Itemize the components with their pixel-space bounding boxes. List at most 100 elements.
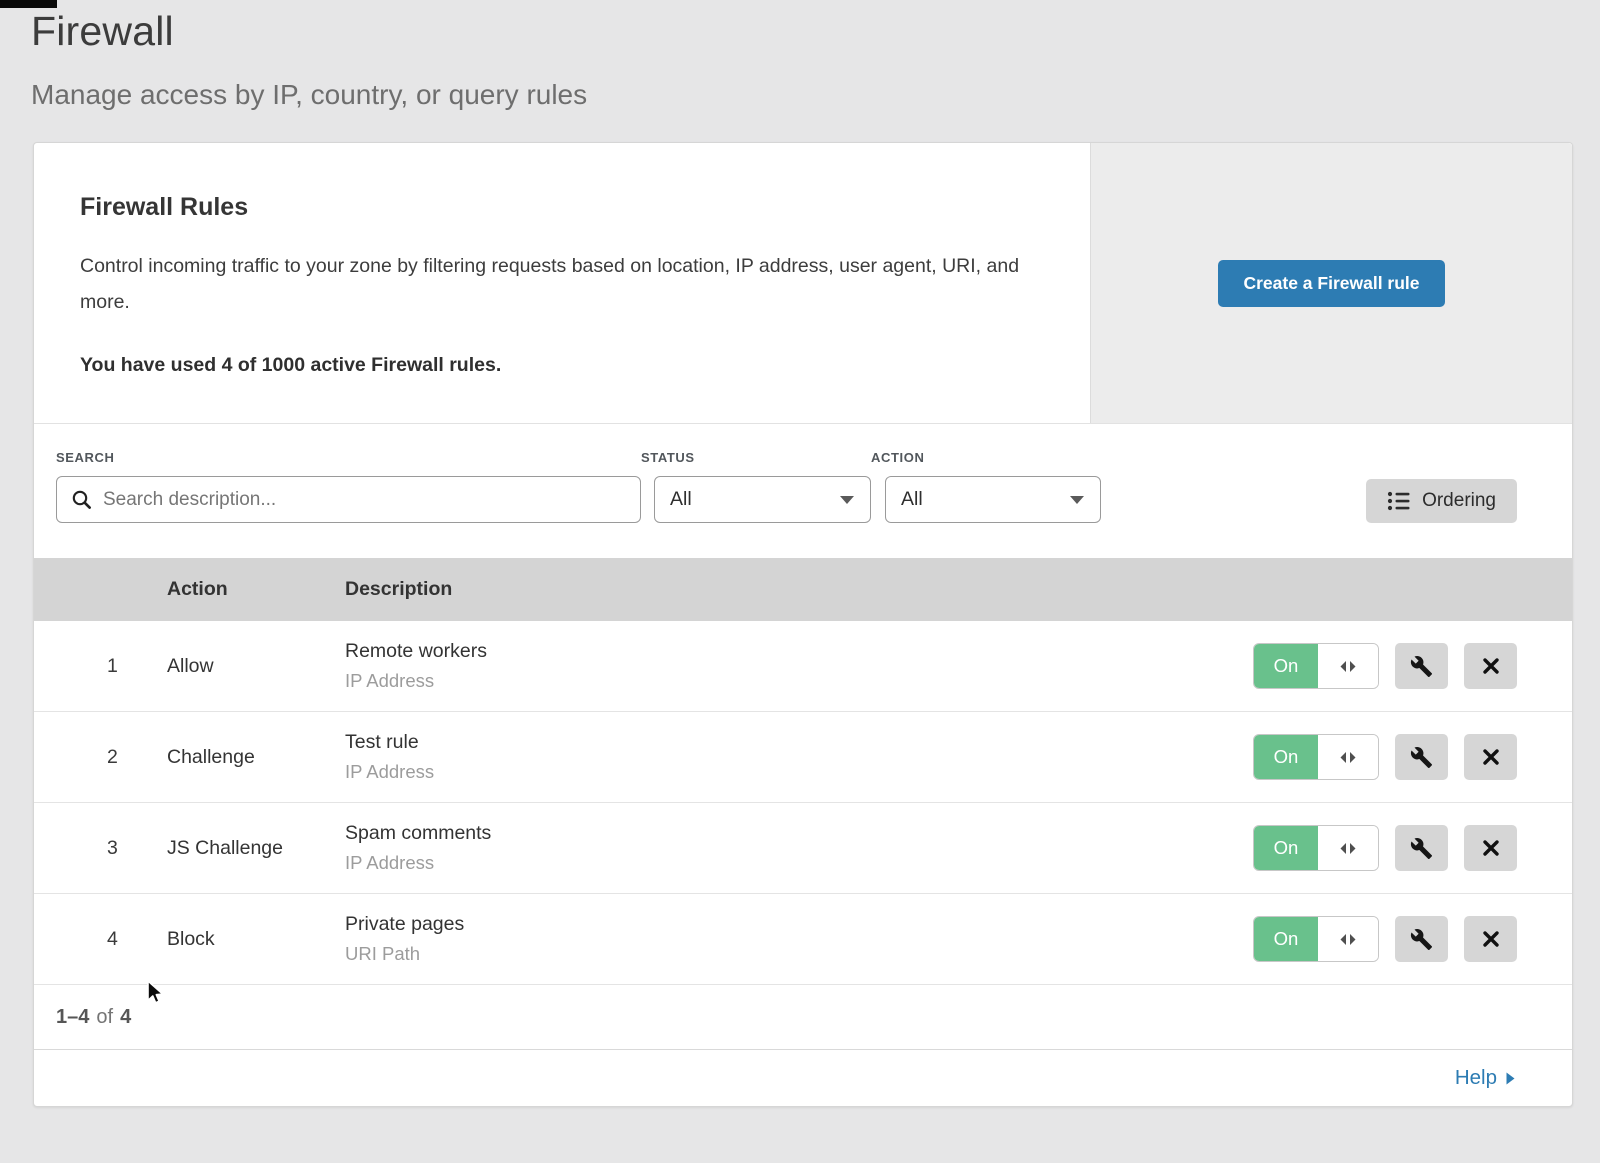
- card-footer: Help: [34, 1050, 1572, 1106]
- page-subtitle: Manage access by IP, country, or query r…: [31, 79, 1600, 111]
- rule-action: Allow: [167, 655, 345, 678]
- ordering-button-label: Ordering: [1422, 490, 1496, 512]
- rule-description: Private pages URI Path: [345, 913, 1253, 965]
- close-icon: [1481, 747, 1501, 767]
- rule-field-type: IP Address: [345, 761, 1253, 783]
- close-icon: [1481, 656, 1501, 676]
- screen-edge-artifact: [0, 0, 57, 8]
- wrench-icon: [1410, 928, 1433, 951]
- rules-heading: Firewall Rules: [80, 193, 1030, 222]
- left-right-arrows-icon: [1338, 933, 1358, 946]
- rule-action: Block: [167, 928, 345, 951]
- toggle-on-label: On: [1254, 644, 1318, 688]
- rule-description-title: Remote workers: [345, 640, 1253, 663]
- rule-controls: On: [1253, 916, 1517, 962]
- rule-priority: 2: [34, 746, 167, 769]
- rule-enabled-toggle[interactable]: On: [1253, 643, 1379, 689]
- create-rule-panel: Create a Firewall rule: [1090, 143, 1572, 423]
- delete-rule-button[interactable]: [1464, 734, 1517, 780]
- left-right-arrows-icon: [1338, 751, 1358, 764]
- close-icon: [1481, 838, 1501, 858]
- rule-controls: On: [1253, 734, 1517, 780]
- help-link-label: Help: [1455, 1066, 1497, 1090]
- toggle-knob: [1318, 735, 1378, 779]
- create-firewall-rule-button[interactable]: Create a Firewall rule: [1218, 260, 1444, 307]
- delete-rule-button[interactable]: [1464, 643, 1517, 689]
- rule-action: JS Challenge: [167, 837, 345, 860]
- left-right-arrows-icon: [1338, 660, 1358, 673]
- column-header-description: Description: [345, 578, 1253, 601]
- rule-description-title: Test rule: [345, 731, 1253, 754]
- table-row: 1 Allow Remote workers IP Address On: [34, 621, 1572, 712]
- search-label: SEARCH: [56, 450, 641, 465]
- search-box[interactable]: [56, 476, 641, 523]
- table-row: 3 JS Challenge Spam comments IP Address …: [34, 803, 1572, 894]
- table-header: Action Description: [34, 558, 1572, 621]
- rule-description-title: Spam comments: [345, 822, 1253, 845]
- table-row: 4 Block Private pages URI Path On: [34, 894, 1572, 985]
- edit-rule-button[interactable]: [1395, 916, 1448, 962]
- rule-priority: 4: [34, 928, 167, 951]
- pagination-of: of: [96, 1006, 113, 1029]
- action-filter: ACTION All: [871, 450, 1101, 523]
- search-input[interactable]: [103, 489, 626, 511]
- rule-priority: 3: [34, 837, 167, 860]
- status-selected-value: All: [670, 488, 692, 511]
- rule-description: Remote workers IP Address: [345, 640, 1253, 692]
- toggle-on-label: On: [1254, 735, 1318, 779]
- rule-enabled-toggle[interactable]: On: [1253, 825, 1379, 871]
- column-header-action: Action: [167, 578, 345, 601]
- action-selected-value: All: [901, 488, 923, 511]
- rules-overview-section: Firewall Rules Control incoming traffic …: [34, 143, 1572, 424]
- rule-controls: On: [1253, 825, 1517, 871]
- toggle-knob: [1318, 917, 1378, 961]
- edit-rule-button[interactable]: [1395, 643, 1448, 689]
- table-row: 2 Challenge Test rule IP Address On: [34, 712, 1572, 803]
- pagination-range: 1–4: [56, 1006, 89, 1029]
- toggle-knob: [1318, 644, 1378, 688]
- chevron-down-icon: [840, 496, 854, 504]
- rule-field-type: IP Address: [345, 670, 1253, 692]
- rules-description: Control incoming traffic to your zone by…: [80, 248, 1030, 320]
- ordering-button[interactable]: Ordering: [1366, 479, 1517, 523]
- rule-priority: 1: [34, 655, 167, 678]
- delete-rule-button[interactable]: [1464, 916, 1517, 962]
- chevron-right-icon: [1506, 1072, 1515, 1085]
- filters-bar: SEARCH STATUS All ACTION All: [34, 424, 1572, 558]
- search-icon: [71, 489, 93, 511]
- pagination: 1–4 of 4: [34, 985, 1572, 1050]
- chevron-down-icon: [1070, 496, 1084, 504]
- rule-enabled-toggle[interactable]: On: [1253, 734, 1379, 780]
- pagination-total: 4: [120, 1006, 131, 1029]
- left-right-arrows-icon: [1338, 842, 1358, 855]
- toggle-on-label: On: [1254, 826, 1318, 870]
- edit-rule-button[interactable]: [1395, 734, 1448, 780]
- status-filter: STATUS All: [641, 450, 871, 523]
- action-label: ACTION: [871, 450, 1101, 465]
- help-link[interactable]: Help: [1455, 1066, 1515, 1090]
- toggle-knob: [1318, 826, 1378, 870]
- rules-usage-note: You have used 4 of 1000 active Firewall …: [80, 354, 1030, 377]
- action-select[interactable]: All: [885, 476, 1101, 523]
- status-label: STATUS: [641, 450, 871, 465]
- edit-rule-button[interactable]: [1395, 825, 1448, 871]
- rule-description-title: Private pages: [345, 913, 1253, 936]
- rule-action: Challenge: [167, 746, 345, 769]
- rule-controls: On: [1253, 643, 1517, 689]
- wrench-icon: [1410, 655, 1433, 678]
- search-filter: SEARCH: [56, 450, 641, 523]
- toggle-on-label: On: [1254, 917, 1318, 961]
- wrench-icon: [1410, 746, 1433, 769]
- wrench-icon: [1410, 837, 1433, 860]
- page-header: Firewall Manage access by IP, country, o…: [0, 0, 1600, 111]
- rule-enabled-toggle[interactable]: On: [1253, 916, 1379, 962]
- page-title: Firewall: [31, 8, 1600, 55]
- status-select[interactable]: All: [654, 476, 871, 523]
- close-icon: [1481, 929, 1501, 949]
- rule-field-type: IP Address: [345, 852, 1253, 874]
- rule-description: Test rule IP Address: [345, 731, 1253, 783]
- delete-rule-button[interactable]: [1464, 825, 1517, 871]
- ordering-list-icon: [1387, 490, 1411, 512]
- firewall-rules-card: Firewall Rules Control incoming traffic …: [33, 142, 1573, 1107]
- rules-overview-text: Firewall Rules Control incoming traffic …: [34, 143, 1090, 423]
